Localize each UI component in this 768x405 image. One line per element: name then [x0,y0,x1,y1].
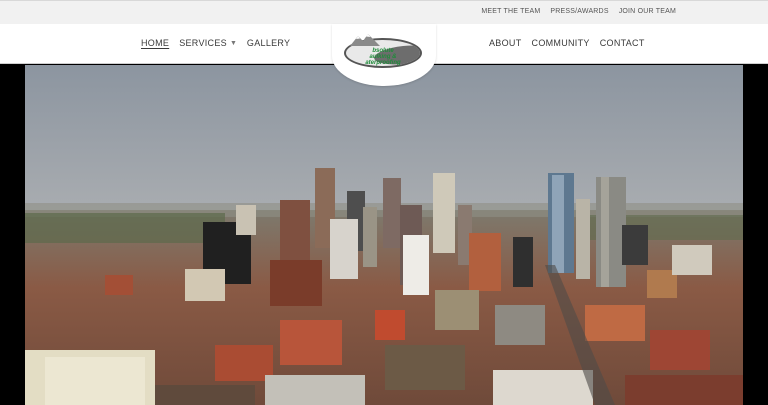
nav-about[interactable]: ABOUT [489,38,522,48]
hero-image [25,65,743,405]
logo-line-3: aterproofing [365,60,401,66]
nav-services[interactable]: SERVICES ▼ [179,38,237,48]
site-logo[interactable]: bsolute aulking & aterproofing [332,24,436,86]
nav-gallery[interactable]: GALLERY [247,38,290,48]
mountain-icon [350,34,380,46]
nav-left-group: HOME SERVICES ▼ GALLERY [141,38,290,48]
join-our-team-link[interactable]: JOIN OUR TEAM [619,8,676,15]
utility-links: MEET THE TEAM PRESS/AWARDS JOIN OUR TEAM [481,8,676,15]
chevron-down-icon[interactable]: ▼ [230,40,237,47]
nav-community[interactable]: COMMUNITY [532,38,590,48]
meet-the-team-link[interactable]: MEET THE TEAM [481,8,540,15]
nav-home[interactable]: HOME [141,38,169,48]
nav-contact[interactable]: CONTACT [600,38,645,48]
press-awards-link[interactable]: PRESS/AWARDS [550,8,608,15]
utility-bar: MEET THE TEAM PRESS/AWARDS JOIN OUR TEAM [0,0,768,24]
logo-wordmark: bsolute aulking & aterproofing [346,48,420,66]
nav-services-label[interactable]: SERVICES [179,38,227,48]
nav-right-group: ABOUT COMMUNITY CONTACT [489,38,645,48]
city-skyline-photo [25,65,743,405]
